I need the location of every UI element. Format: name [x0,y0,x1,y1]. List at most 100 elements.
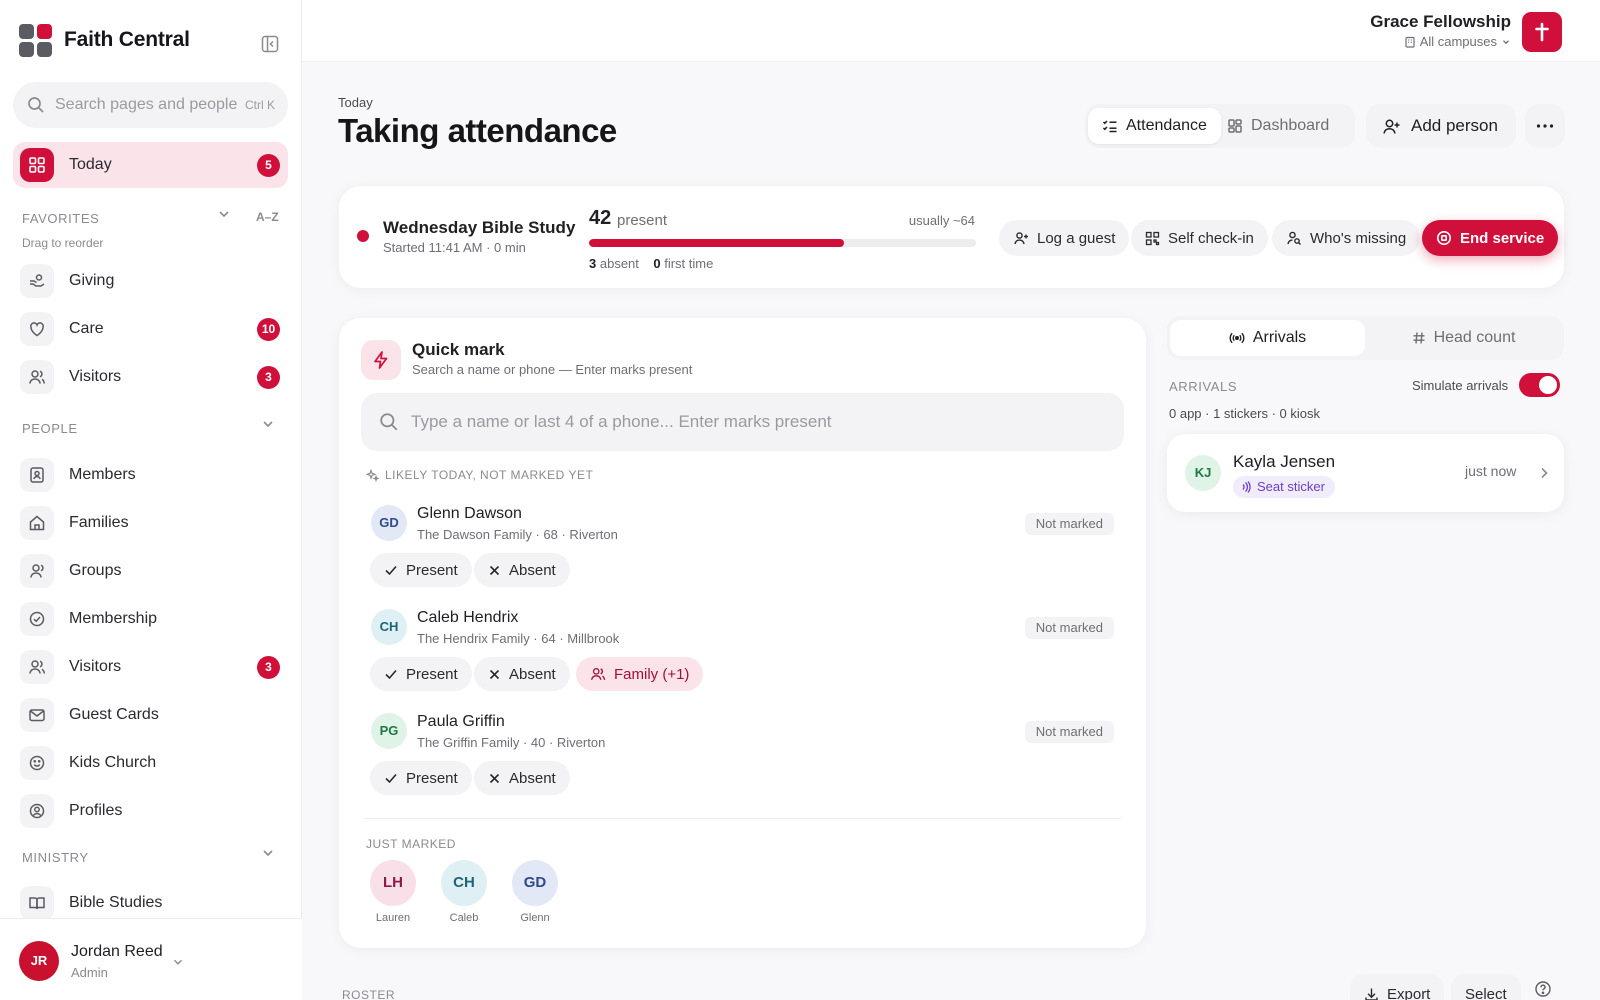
just-marked-item[interactable]: GD Glenn [512,860,558,924]
search-icon [27,96,45,114]
person-name[interactable]: Glenn Dawson [417,505,522,523]
add-person-button[interactable]: Add person [1366,104,1516,148]
end-service-button[interactable]: End service [1422,220,1559,256]
chevron-down-icon[interactable] [260,845,276,861]
drag-hint: Drag to reorder [22,236,104,250]
person-name[interactable]: Caleb Hendrix [417,609,518,627]
ministry-header: MINISTRY [22,850,89,865]
roster-header: ROSTER [342,988,396,1000]
building-icon [1404,36,1416,48]
campus-selector[interactable]: All campuses [1404,34,1511,49]
search-placeholder: Type a name or last 4 of a phone... Ente… [411,412,832,431]
family-mark-button[interactable]: Family (+1) [576,657,704,691]
absent-button[interactable]: Absent [474,761,570,795]
more-options-icon[interactable] [1525,104,1565,148]
tab-attendance[interactable]: Attendance [1088,108,1221,144]
first-time-count: 0 [653,256,661,271]
quick-mark-search-input[interactable]: Type a name or last 4 of a phone... Ente… [361,393,1124,451]
absent-button[interactable]: Absent [474,553,570,587]
person-meta: The Griffin Family · 40 · Riverton [417,735,606,750]
sidebar-item-groups[interactable]: Groups [13,548,288,594]
sidebar-item-label: Today [69,156,112,173]
check-icon [384,667,398,681]
present-button[interactable]: Present [370,657,472,691]
sidebar-item-families[interactable]: Families [13,500,288,546]
close-icon [488,668,501,681]
chevron-down-icon[interactable] [216,206,232,222]
user-search-icon [1286,230,1302,246]
count-badge: 3 [257,656,280,679]
search-shortcut: Ctrl K [245,98,275,112]
avatar: CH [441,860,487,906]
arrival-source-counts: 0 app · 1 stickers · 0 kiosk [1169,406,1320,421]
check-circle-icon [20,602,54,636]
count-badge: 3 [257,366,280,389]
org-name: Grace Fellowship [1370,12,1511,31]
sidebar-item-label: Membership [69,610,158,627]
just-marked-name: Glenn [520,912,550,924]
close-icon [488,772,501,785]
sparkles-icon [366,468,379,482]
sidebar-item-membership[interactable]: Membership [13,596,288,642]
just-marked-item[interactable]: LH Lauren [370,860,416,924]
sidebar-item-visitors[interactable]: Visitors 3 [13,644,288,690]
add-person-label: Add person [1411,116,1498,135]
service-started: Started 11:41 AM · 0 min [383,240,526,255]
attendance-stats: 3 absent 0 first time [589,256,713,271]
broadcast-icon [1229,330,1245,346]
simulate-arrivals-toggle[interactable] [1519,373,1560,397]
section-label: LIKELY TODAY, NOT MARKED YET [385,468,594,482]
select-button[interactable]: Select [1451,974,1521,1000]
sidebar-item-label: Kids Church [69,754,157,771]
help-icon[interactable] [1534,980,1552,998]
top-bar: Grace Fellowship All campuses [302,0,1600,62]
self-checkin-button[interactable]: Self check-in [1131,220,1268,256]
cross-icon[interactable] [1522,12,1562,52]
sidebar-item-giving[interactable]: Giving [13,258,288,304]
sort-az-button[interactable]: A–Z [256,210,279,224]
sidebar-item-profiles[interactable]: Profiles [13,788,288,834]
present-count: 42 [589,207,612,229]
sidebar-item-today[interactable]: Today 5 [13,142,288,188]
present-button[interactable]: Present [370,553,472,587]
sidebar-item-guest-cards[interactable]: Guest Cards [13,692,288,738]
sidebar-item-kids-church[interactable]: Kids Church [13,740,288,786]
just-marked-item[interactable]: CH Caleb [441,860,487,924]
button-label: Self check-in [1168,229,1254,247]
sidebar-item-members[interactable]: Members [13,452,288,498]
absent-button[interactable]: Absent [474,657,570,691]
tab-head-count[interactable]: Head count [1366,320,1561,356]
list-item: PG Paula Griffin The Griffin Family · 40… [361,703,1124,799]
present-button[interactable]: Present [370,761,472,795]
export-button[interactable]: Export [1350,974,1445,1000]
arrival-source-badge: Seat sticker [1233,476,1335,498]
breadcrumb[interactable]: Today [338,95,373,110]
tab-arrivals[interactable]: Arrivals [1170,320,1365,356]
tab-dashboard[interactable]: Dashboard [1213,108,1343,144]
mail-icon [20,698,54,732]
button-label: Export [1387,985,1431,1000]
arrivals-header: ARRIVALS [1169,379,1238,394]
person-name[interactable]: Paula Griffin [417,713,505,731]
sidebar-item-label: Members [69,466,136,483]
sidebar-search[interactable]: Search pages and people Ctrl K [13,82,288,128]
attendance-progress [589,239,976,247]
sidebar-item-label: Visitors [69,658,122,675]
heart-icon [20,312,54,346]
arrival-item[interactable]: KJ Kayla Jensen Seat sticker just now [1167,434,1564,512]
list-item: GD Glenn Dawson The Dawson Family · 68 ·… [361,495,1124,591]
chevron-down-icon[interactable] [260,416,276,432]
sidebar-item-care[interactable]: Care 10 [13,306,288,352]
collapse-sidebar-icon[interactable] [260,34,280,54]
log-guest-button[interactable]: Log a guest [999,220,1130,256]
count-badge: 10 [257,318,280,341]
lightning-icon [361,340,401,380]
home-icon [20,506,54,540]
likely-today-header: LIKELY TODAY, NOT MARKED YET [366,468,593,482]
whos-missing-button[interactable]: Who's missing [1272,220,1421,256]
avatar: PG [371,713,407,749]
user-menu[interactable]: JR Jordan Reed Admin [0,918,302,1000]
sidebar-item-label: Giving [69,272,115,289]
button-label: Absent [509,665,556,683]
sidebar-item-visitors-favorite[interactable]: Visitors 3 [13,354,288,400]
